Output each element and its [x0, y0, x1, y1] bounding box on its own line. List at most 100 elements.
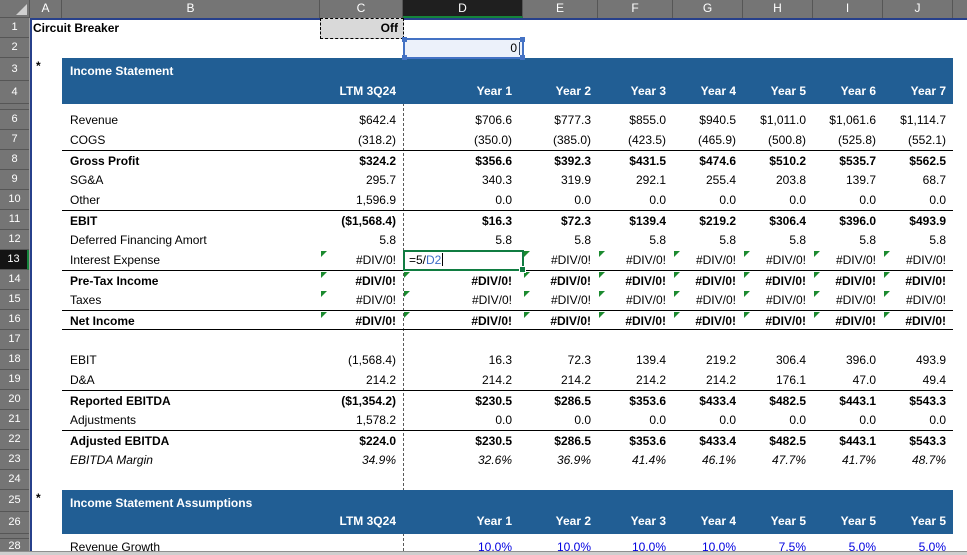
cell-G8[interactable]: $474.6 — [673, 151, 743, 171]
row-header-7[interactable]: 7 — [0, 130, 29, 150]
cell-D14[interactable]: #DIV/0! — [403, 271, 523, 291]
cell-I7[interactable]: (525.8) — [813, 130, 883, 150]
cell-G22[interactable]: $433.4 — [673, 431, 743, 451]
cell-J8[interactable]: $562.5 — [883, 151, 953, 171]
year-header-6[interactable]: Year 5 — [813, 511, 883, 532]
cell-H13[interactable]: #DIV/0! — [743, 250, 813, 270]
selection-handle[interactable] — [402, 37, 407, 42]
column-header-F[interactable]: F — [598, 0, 673, 18]
row-header-23[interactable]: 23 — [0, 450, 29, 470]
cell-G11[interactable]: $219.2 — [673, 211, 743, 231]
cell-C6[interactable]: $642.4 — [320, 110, 403, 130]
cell-F13[interactable]: #DIV/0! — [598, 250, 673, 270]
cell-D16[interactable]: #DIV/0! — [403, 311, 523, 331]
cell-B10[interactable]: Other — [70, 190, 100, 210]
cell-I22[interactable]: $443.1 — [813, 431, 883, 451]
column-header-G[interactable]: G — [673, 0, 743, 18]
cell-E6[interactable]: $777.3 — [523, 110, 598, 130]
cell-G20[interactable]: $433.4 — [673, 391, 743, 411]
cell-I12[interactable]: 5.8 — [813, 230, 883, 250]
row-header-12[interactable]: 12 — [0, 230, 29, 250]
cell-E7[interactable]: (385.0) — [523, 130, 598, 150]
cell-F8[interactable]: $431.5 — [598, 151, 673, 171]
row-header-11[interactable]: 11 — [0, 210, 29, 230]
cell-H21[interactable]: 0.0 — [743, 410, 813, 430]
cell-I19[interactable]: 47.0 — [813, 370, 883, 390]
cell-C13[interactable]: #DIV/0! — [320, 250, 403, 270]
cell-J13[interactable]: #DIV/0! — [883, 250, 953, 270]
row-header-13[interactable]: 13 — [0, 250, 29, 270]
cell-B22[interactable]: Adjusted EBITDA — [70, 431, 169, 451]
cell-H8[interactable]: $510.2 — [743, 151, 813, 171]
cell-J21[interactable]: 0.0 — [883, 410, 953, 430]
section-income-statement[interactable]: Income Statement LTM 3Q24Year 1Year 2Yea… — [62, 58, 953, 104]
cell-G14[interactable]: #DIV/0! — [673, 271, 743, 291]
row-header-26[interactable]: 26 — [0, 512, 29, 534]
cell-E14[interactable]: #DIV/0! — [523, 271, 598, 291]
cell-C22[interactable]: $224.0 — [320, 431, 403, 451]
cell-B9[interactable]: SG&A — [70, 170, 103, 190]
cell-H22[interactable]: $482.5 — [743, 431, 813, 451]
cell-J12[interactable]: 5.8 — [883, 230, 953, 250]
cell-C11[interactable]: ($1,568.4) — [320, 211, 403, 231]
cell-B14[interactable]: Pre-Tax Income — [70, 271, 158, 291]
cell-D18[interactable]: 16.3 — [403, 350, 523, 370]
cell-D2-referenced[interactable]: 0 — [403, 38, 524, 59]
cell-I9[interactable]: 139.7 — [813, 170, 883, 190]
selection-handle[interactable] — [520, 37, 525, 42]
column-header-D[interactable]: D — [403, 0, 523, 18]
cell-D20[interactable]: $230.5 — [403, 391, 523, 411]
year-header-1[interactable]: Year 1 — [403, 81, 523, 102]
year-header-6[interactable]: Year 6 — [813, 81, 883, 102]
cell-G13[interactable]: #DIV/0! — [673, 250, 743, 270]
cell-H12[interactable]: 5.8 — [743, 230, 813, 250]
row-header-18[interactable]: 18 — [0, 350, 29, 370]
cell-J19[interactable]: 49.4 — [883, 370, 953, 390]
cell-I18[interactable]: 396.0 — [813, 350, 883, 370]
cell-D8[interactable]: $356.6 — [403, 151, 523, 171]
cell-E12[interactable]: 5.8 — [523, 230, 598, 250]
cell-B8[interactable]: Gross Profit — [70, 151, 139, 171]
cell-F16[interactable]: #DIV/0! — [598, 311, 673, 331]
row-header-14[interactable]: 14 — [0, 270, 29, 290]
cell-F11[interactable]: $139.4 — [598, 211, 673, 231]
cell-I11[interactable]: $396.0 — [813, 211, 883, 231]
cell-J16[interactable]: #DIV/0! — [883, 311, 953, 331]
year-header-5[interactable]: Year 5 — [743, 511, 813, 532]
cell-G21[interactable]: 0.0 — [673, 410, 743, 430]
row-header-8[interactable]: 8 — [0, 150, 29, 170]
cell-H9[interactable]: 203.8 — [743, 170, 813, 190]
cell-G18[interactable]: 219.2 — [673, 350, 743, 370]
cell-F19[interactable]: 214.2 — [598, 370, 673, 390]
fill-handle[interactable] — [519, 266, 526, 273]
year-header-7[interactable]: Year 5 — [883, 511, 953, 532]
cell-B19[interactable]: D&A — [70, 370, 95, 390]
cell-B16[interactable]: Net Income — [70, 311, 135, 331]
cell-B20[interactable]: Reported EBITDA — [70, 391, 171, 411]
cell-E19[interactable]: 214.2 — [523, 370, 598, 390]
selection-handle[interactable] — [520, 55, 525, 60]
cell-I15[interactable]: #DIV/0! — [813, 290, 883, 310]
cell-H20[interactable]: $482.5 — [743, 391, 813, 411]
cell-G9[interactable]: 255.4 — [673, 170, 743, 190]
row-header-3[interactable]: 3 — [0, 58, 29, 81]
cell-E15[interactable]: #DIV/0! — [523, 290, 598, 310]
cell-F23[interactable]: 41.4% — [598, 450, 673, 470]
cell-H19[interactable]: 176.1 — [743, 370, 813, 390]
row-header-21[interactable]: 21 — [0, 410, 29, 430]
cell-F12[interactable]: 5.8 — [598, 230, 673, 250]
cell-G15[interactable]: #DIV/0! — [673, 290, 743, 310]
cell-I8[interactable]: $535.7 — [813, 151, 883, 171]
row-header-4[interactable]: 4 — [0, 81, 29, 104]
period-header-ltm[interactable]: LTM 3Q24 — [320, 511, 403, 532]
year-header-7[interactable]: Year 7 — [883, 81, 953, 102]
cell-B6[interactable]: Revenue — [70, 110, 118, 130]
cell-C14[interactable]: #DIV/0! — [320, 271, 403, 291]
selection-handle[interactable] — [402, 55, 407, 60]
cell-J14[interactable]: #DIV/0! — [883, 271, 953, 291]
year-header-2[interactable]: Year 2 — [523, 81, 598, 102]
cell-I13[interactable]: #DIV/0! — [813, 250, 883, 270]
select-all-button[interactable] — [0, 0, 30, 18]
cell-B21[interactable]: Adjustments — [70, 410, 136, 430]
year-header-3[interactable]: Year 3 — [598, 81, 673, 102]
